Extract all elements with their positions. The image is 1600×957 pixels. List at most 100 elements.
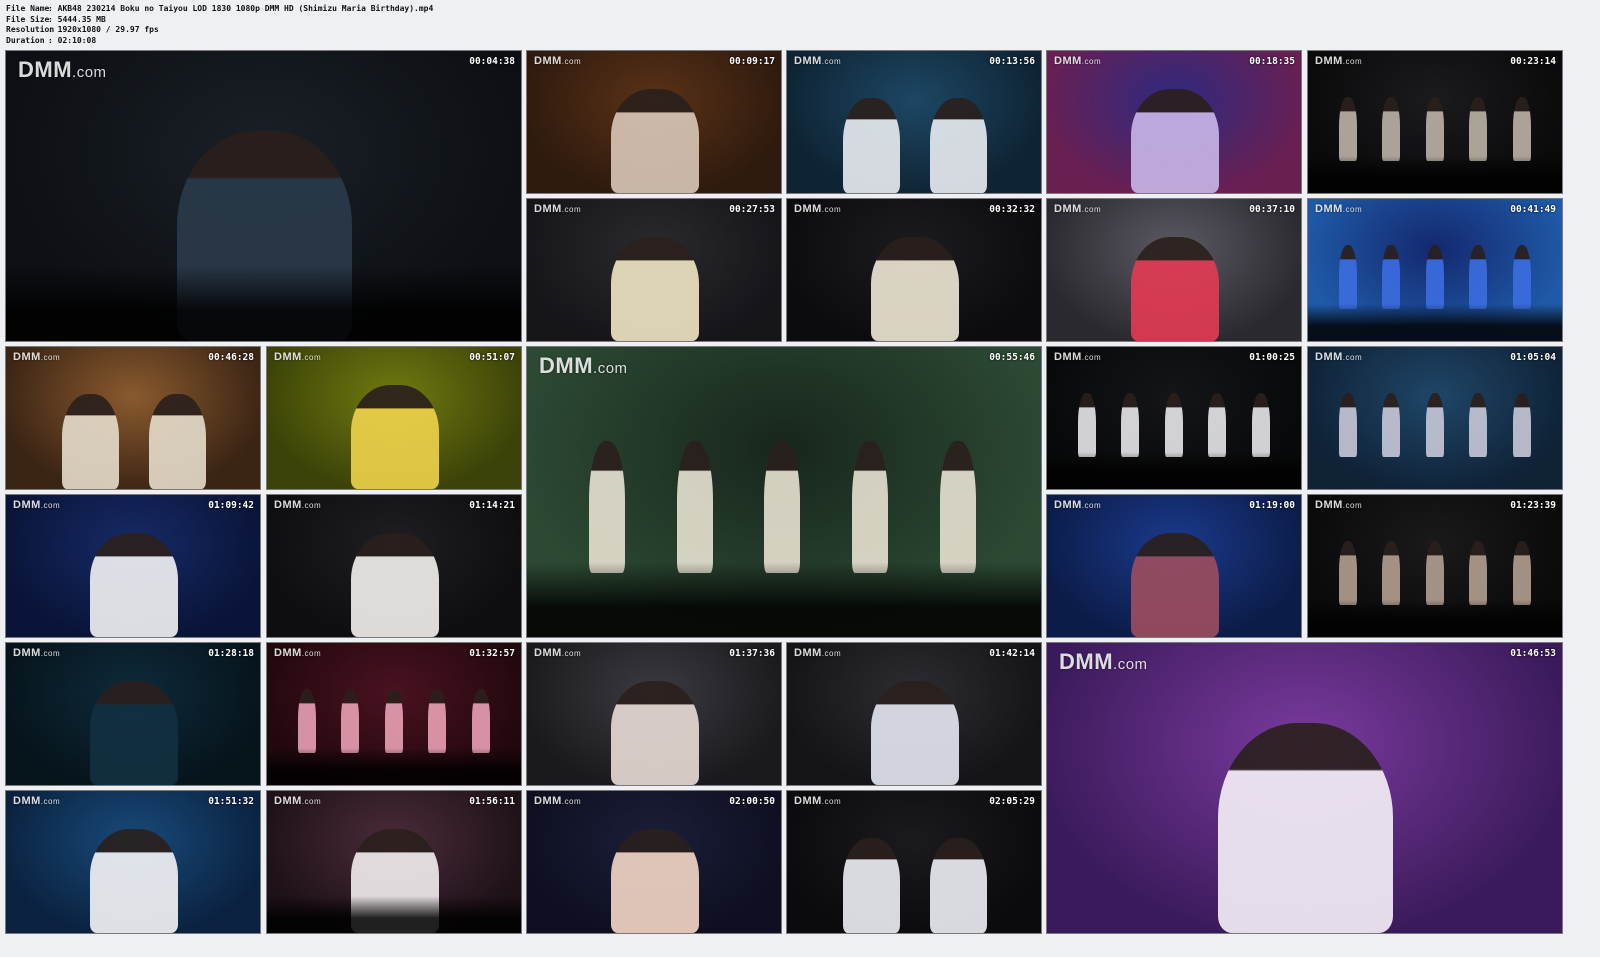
video-frame-thumbnail: DMM.com 02:00:50 xyxy=(526,790,782,934)
watermark-suffix: .com xyxy=(1342,205,1363,214)
watermark-brand: DMM xyxy=(794,795,822,807)
audience-silhouette xyxy=(267,748,521,785)
performer-figure xyxy=(351,385,439,489)
audience-silhouette xyxy=(1308,600,1562,637)
watermark-suffix: .com xyxy=(301,353,322,362)
performer-figure xyxy=(1425,392,1444,458)
watermark-brand: DMM xyxy=(274,647,302,659)
frame-timestamp: 00:41:49 xyxy=(1510,204,1556,215)
watermark-brand: DMM xyxy=(18,57,73,82)
performer-figure xyxy=(939,441,976,573)
video-frame-thumbnail: DMM.com 01:42:14 xyxy=(786,642,1042,786)
performer-figure xyxy=(930,97,987,193)
dmm-watermark: DMM.com xyxy=(534,55,581,67)
watermark-suffix: .com xyxy=(40,797,61,806)
frame-timestamp: 00:51:07 xyxy=(469,352,515,363)
frame-timestamp: 00:55:46 xyxy=(989,352,1035,363)
performer-figure xyxy=(1121,392,1140,458)
performer-figure xyxy=(1425,540,1444,606)
video-frame-thumbnail: DMM.com 00:32:32 xyxy=(786,198,1042,342)
performer-figure xyxy=(297,688,316,754)
watermark-brand: DMM xyxy=(1059,649,1114,674)
audience-silhouette xyxy=(1308,304,1562,341)
frame-timestamp: 00:37:10 xyxy=(1249,204,1295,215)
watermark-brand: DMM xyxy=(274,351,302,363)
performer-figure xyxy=(1251,392,1270,458)
video-frame-thumbnail: DMM.com 01:46:53 xyxy=(1046,642,1563,934)
performer-figure xyxy=(1338,96,1357,162)
dmm-watermark: DMM.com xyxy=(794,647,841,659)
video-frame-thumbnail: DMM.com 01:09:42 xyxy=(5,494,261,638)
performer-figure xyxy=(1512,96,1531,162)
video-frame-thumbnail: DMM.com 00:55:46 xyxy=(526,346,1042,638)
video-frame-thumbnail: DMM.com 01:28:18 xyxy=(5,642,261,786)
watermark-suffix: .com xyxy=(561,797,582,806)
performer-figure xyxy=(871,681,959,785)
watermark-suffix: .com xyxy=(561,57,582,66)
performer-figure xyxy=(930,837,987,933)
performer-figure xyxy=(1164,392,1183,458)
watermark-suffix: .com xyxy=(561,649,582,658)
watermark-brand: DMM xyxy=(534,203,562,215)
video-frame-thumbnail: DMM.com 00:09:17 xyxy=(526,50,782,194)
dmm-watermark: DMM.com xyxy=(13,647,60,659)
audience-silhouette xyxy=(527,561,1041,637)
performer-figure xyxy=(1512,244,1531,310)
watermark-brand: DMM xyxy=(534,55,562,67)
frame-timestamp: 01:42:14 xyxy=(989,648,1035,659)
frame-timestamp: 00:32:32 xyxy=(989,204,1035,215)
watermark-brand: DMM xyxy=(274,795,302,807)
performer-figure xyxy=(62,393,119,489)
watermark-suffix: .com xyxy=(821,649,842,658)
frame-timestamp: 01:23:39 xyxy=(1510,500,1556,511)
watermark-suffix: .com xyxy=(821,205,842,214)
frame-timestamp: 00:27:53 xyxy=(729,204,775,215)
watermark-suffix: .com xyxy=(301,649,322,658)
performer-figure xyxy=(1382,540,1401,606)
frame-timestamp: 00:46:28 xyxy=(208,352,254,363)
video-frame-thumbnail: DMM.com 00:41:49 xyxy=(1307,198,1563,342)
frame-timestamp: 01:56:11 xyxy=(469,796,515,807)
frame-timestamp: 01:37:36 xyxy=(729,648,775,659)
dmm-watermark: DMM.com xyxy=(794,203,841,215)
watermark-suffix: .com xyxy=(1113,656,1148,673)
audience-silhouette xyxy=(6,265,521,341)
frame-timestamp: 00:23:14 xyxy=(1510,56,1556,67)
watermark-brand: DMM xyxy=(534,647,562,659)
dmm-watermark: DMM.com xyxy=(13,351,60,363)
watermark-suffix: .com xyxy=(1081,353,1102,362)
dmm-watermark: DMM.com xyxy=(1315,499,1362,511)
video-frame-thumbnail: DMM.com 00:18:35 xyxy=(1046,50,1302,194)
frame-timestamp: 01:46:53 xyxy=(1510,648,1556,659)
watermark-brand: DMM xyxy=(534,795,562,807)
frame-timestamp: 01:14:21 xyxy=(469,500,515,511)
dmm-watermark: DMM.com xyxy=(274,795,321,807)
performer-figure xyxy=(871,237,959,341)
performer-figure xyxy=(1131,89,1219,193)
audience-silhouette xyxy=(1047,452,1301,489)
performer-figure xyxy=(1469,244,1488,310)
performer-figure xyxy=(428,688,447,754)
performer-figure xyxy=(90,681,178,785)
dmm-watermark: DMM.com xyxy=(1059,649,1148,675)
dmm-watermark: DMM.com xyxy=(794,55,841,67)
dmm-watermark: DMM.com xyxy=(794,795,841,807)
watermark-suffix: .com xyxy=(40,649,61,658)
frame-timestamp: 01:32:57 xyxy=(469,648,515,659)
frame-timestamp: 01:05:04 xyxy=(1510,352,1556,363)
video-frame-thumbnail: DMM.com 00:37:10 xyxy=(1046,198,1302,342)
thumbnail-grid: DMM.com 00:04:38 DMM.com 00:09:17 DMM.com 00:… xyxy=(0,0,1600,957)
video-frame-thumbnail: DMM.com 01:56:11 xyxy=(266,790,522,934)
performer-figure xyxy=(90,829,178,933)
performer-figure xyxy=(611,89,699,193)
dmm-watermark: DMM.com xyxy=(534,203,581,215)
watermark-brand: DMM xyxy=(1315,499,1343,511)
video-frame-thumbnail: DMM.com 00:27:53 xyxy=(526,198,782,342)
performer-figure xyxy=(471,688,490,754)
performer-figure xyxy=(1425,96,1444,162)
video-frame-thumbnail: DMM.com 00:23:14 xyxy=(1307,50,1563,194)
dmm-watermark: DMM.com xyxy=(534,795,581,807)
video-frame-thumbnail: DMM.com 00:04:38 xyxy=(5,50,522,342)
watermark-brand: DMM xyxy=(13,795,41,807)
performer-figure xyxy=(341,688,360,754)
